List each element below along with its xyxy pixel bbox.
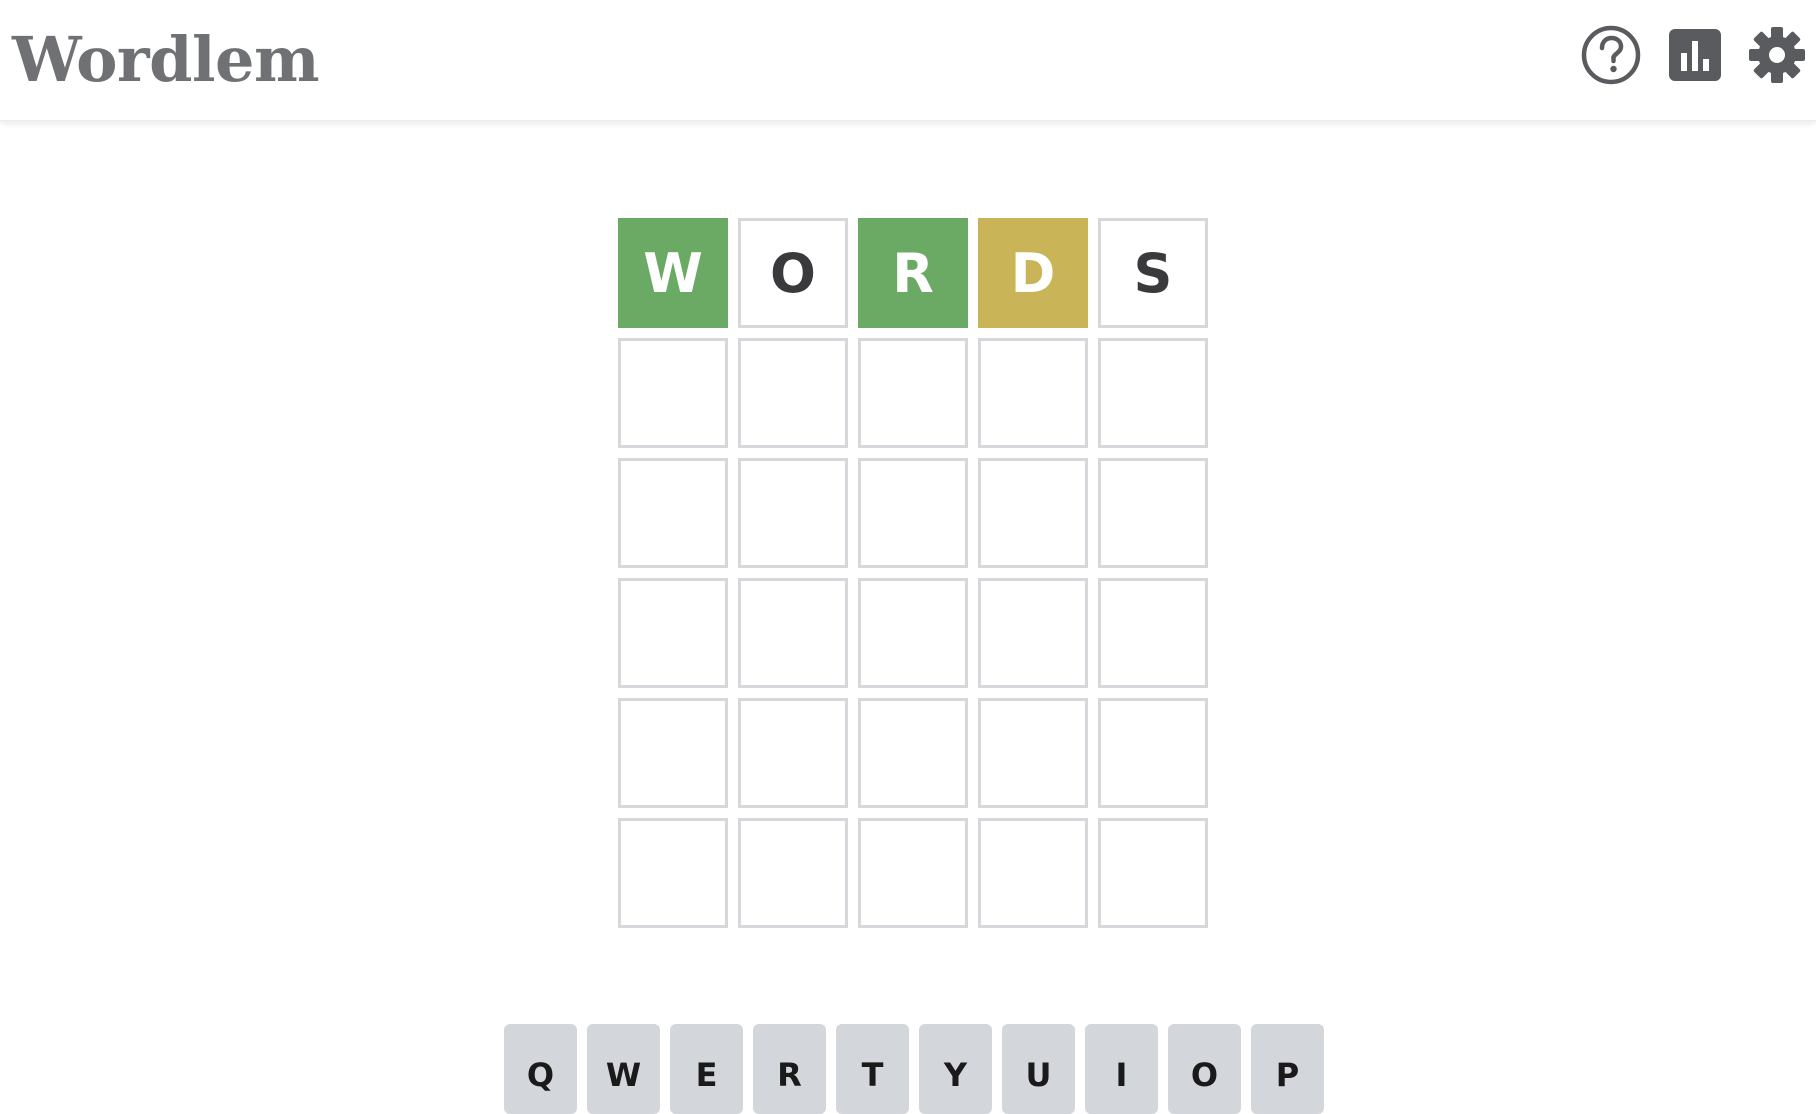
board-tile: W: [618, 218, 728, 328]
help-icon[interactable]: [1580, 24, 1642, 86]
board-tile: [858, 818, 968, 928]
board-tile: [858, 338, 968, 448]
board-tile: [738, 578, 848, 688]
app-title: Wordlem: [12, 23, 320, 96]
key-p[interactable]: P: [1251, 1024, 1324, 1114]
board-tile: [1098, 338, 1208, 448]
board-tile: R: [858, 218, 968, 328]
key-o[interactable]: O: [1168, 1024, 1241, 1114]
board-tile: [978, 338, 1088, 448]
app-header: Wordlem: [0, 0, 1816, 121]
board-tile: S: [1098, 218, 1208, 328]
key-y[interactable]: Y: [919, 1024, 992, 1114]
key-w[interactable]: W: [587, 1024, 660, 1114]
board-tile: [978, 458, 1088, 568]
key-r[interactable]: R: [753, 1024, 826, 1114]
key-e[interactable]: E: [670, 1024, 743, 1114]
board-tile: [618, 698, 728, 808]
board-tile: D: [978, 218, 1088, 328]
board-tile: [978, 578, 1088, 688]
board-tile: [738, 818, 848, 928]
board-tile: [978, 698, 1088, 808]
board-tile: [1098, 578, 1208, 688]
board-tile: [858, 698, 968, 808]
settings-icon[interactable]: [1746, 24, 1808, 86]
board-tile: [618, 458, 728, 568]
board-tile: [1098, 698, 1208, 808]
board-tile: O: [738, 218, 848, 328]
board-tile: [738, 698, 848, 808]
game-board: W O R D S: [618, 218, 1208, 928]
board-tile: [618, 338, 728, 448]
board-tile: [618, 578, 728, 688]
key-i[interactable]: I: [1085, 1024, 1158, 1114]
board-tile: [1098, 458, 1208, 568]
board-tile: [1098, 818, 1208, 928]
board-tile: [738, 338, 848, 448]
stats-icon[interactable]: [1664, 24, 1726, 86]
key-t[interactable]: T: [836, 1024, 909, 1114]
key-u[interactable]: U: [1002, 1024, 1075, 1114]
board-tile: [858, 578, 968, 688]
keyboard-row-1: Q W E R T Y U I O P: [504, 1024, 1324, 1114]
board-tile: [978, 818, 1088, 928]
key-q[interactable]: Q: [504, 1024, 577, 1114]
board-tile: [738, 458, 848, 568]
board-tile: [858, 458, 968, 568]
board-tile: [618, 818, 728, 928]
